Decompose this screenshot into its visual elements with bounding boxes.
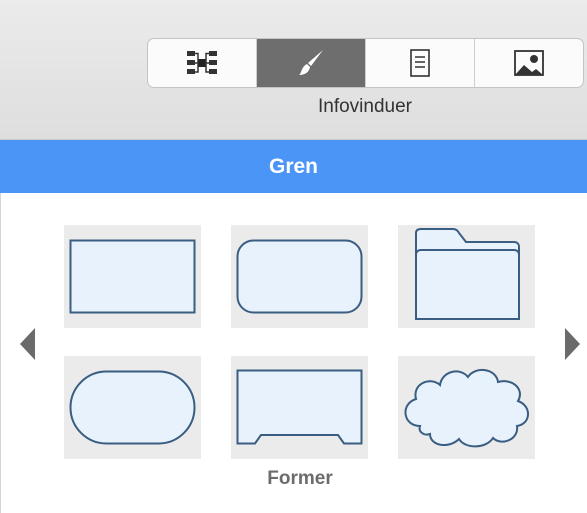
tab-mindmap[interactable] <box>148 39 257 87</box>
cloud-shape-icon <box>404 369 529 448</box>
rectangle-shape-icon <box>69 239 196 314</box>
document-icon <box>410 49 430 77</box>
toolbar-label: Infovinduer <box>317 96 412 117</box>
image-icon <box>514 50 544 76</box>
mindmap-icon <box>187 51 217 74</box>
toolbar: Infovinduer <box>0 0 587 140</box>
next-page-icon[interactable] <box>565 328 580 360</box>
tab-style[interactable] <box>257 39 366 87</box>
shape-cloud[interactable] <box>398 356 535 459</box>
tab-notes[interactable] <box>366 39 475 87</box>
shapes-section-label: Former <box>267 468 333 489</box>
tab-images[interactable] <box>475 39 583 87</box>
notched-rectangle-shape-icon <box>236 369 363 445</box>
folder-shape-icon <box>415 228 520 320</box>
shape-folder[interactable] <box>398 225 535 328</box>
rounded-rectangle-shape-icon <box>236 239 363 314</box>
shape-rectangle[interactable] <box>64 225 201 328</box>
shape-rounded-rectangle[interactable] <box>231 225 368 328</box>
shape-stadium[interactable] <box>64 356 201 459</box>
inspector-segmented-control <box>147 38 584 88</box>
section-header-title: Gren <box>268 154 318 178</box>
section-header: Gren <box>0 140 587 193</box>
brush-icon <box>299 50 323 75</box>
previous-page-icon[interactable] <box>20 328 35 360</box>
panel-left-border <box>0 193 1 513</box>
shape-notched-rectangle[interactable] <box>231 356 368 459</box>
stadium-shape-icon <box>69 370 196 445</box>
